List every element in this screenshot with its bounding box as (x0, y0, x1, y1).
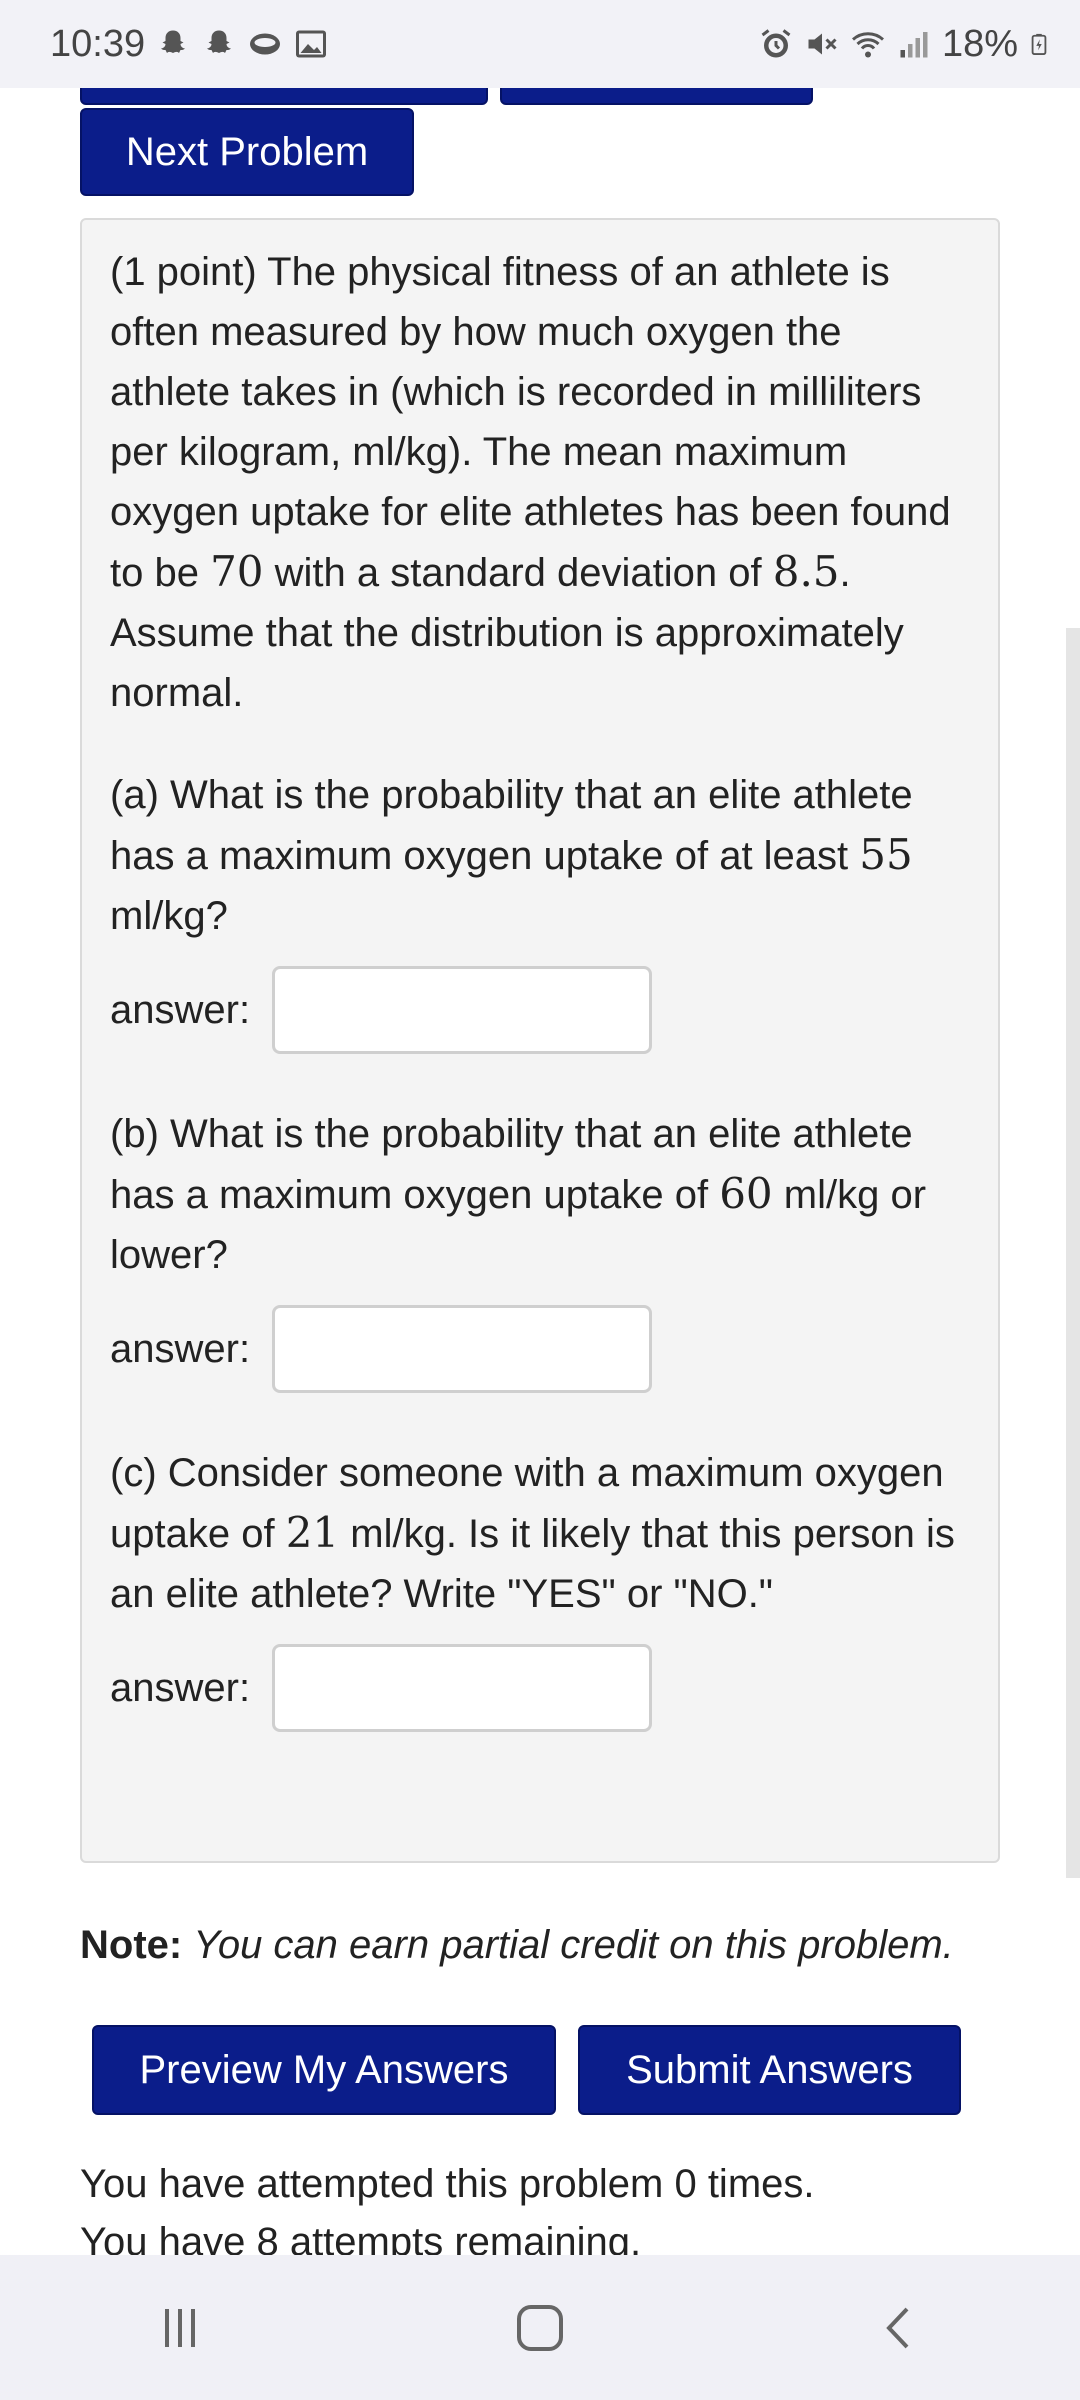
preview-answers-button[interactable]: Preview My Answers (92, 2025, 556, 2115)
alarm-icon (761, 29, 791, 58)
part-c-question: (c) Consider someone with a maximum oxyg… (110, 1451, 955, 1616)
back-button[interactable] (840, 2288, 960, 2368)
home-icon (517, 2304, 563, 2351)
answer-row-c: answer: (110, 1644, 970, 1732)
top-button-left-partial[interactable] (80, 88, 488, 105)
status-bar-right: 18% (758, 23, 1050, 66)
answer-label: answer: (110, 1327, 251, 1371)
answer-label: answer: (110, 988, 251, 1032)
sd-value: 8.5 (772, 547, 840, 596)
message-bubble-icon (250, 33, 281, 55)
answer-row-b: answer: (110, 1305, 970, 1393)
mute-icon (808, 33, 837, 55)
status-bar-left: 10:39 (50, 23, 329, 66)
attempts-remaining: You have 8 attempts remaining. (80, 2220, 642, 2255)
attempts-count: You have attempted this problem 0 times. (80, 2162, 815, 2206)
part-b-question: (b) What is the probability that an elit… (110, 1112, 927, 1277)
battery-charging-icon (1031, 33, 1047, 55)
recent-apps-button[interactable] (120, 2288, 240, 2368)
partial-credit-note: Note: You can earn partial credit on thi… (80, 1923, 954, 1968)
battery-percent: 18% (941, 22, 1018, 65)
note-text: You can earn partial credit on this prob… (193, 1923, 954, 1967)
part-a-question: (a) What is the probability that an elit… (110, 773, 913, 938)
submit-answers-button[interactable]: Submit Answers (578, 2025, 961, 2115)
attempts-info: You have attempted this problem 0 times.… (80, 2155, 815, 2255)
problem-page[interactable]: Next Problem (1 point) The physical fitn… (0, 88, 1080, 2255)
mean-value: 70 (210, 547, 264, 596)
status-bar: 10:39 18% (0, 0, 1080, 88)
scrollbar[interactable] (1066, 628, 1080, 1878)
answer-row-a: answer: (110, 966, 970, 1054)
next-problem-button[interactable]: Next Problem (80, 108, 414, 196)
answer-c-input[interactable] (272, 1644, 653, 1732)
home-button[interactable] (480, 2288, 600, 2368)
clock: 10:39 (50, 22, 146, 65)
signal-icon (900, 32, 928, 58)
recent-apps-icon (165, 2308, 195, 2347)
navigation-bar (0, 2255, 1080, 2400)
answer-b-input[interactable] (272, 1305, 653, 1393)
gallery-icon (296, 30, 327, 58)
snapchat-icon (207, 30, 232, 53)
top-button-right-partial[interactable] (500, 88, 813, 105)
answer-label: answer: (110, 1666, 251, 1710)
wifi-icon (851, 32, 884, 58)
snapchat-icon (161, 30, 186, 53)
note-label: Note: (80, 1923, 183, 1967)
answer-a-input[interactable] (272, 966, 653, 1054)
problem-statement: (1 point) The physical fitness of an ath… (80, 218, 1000, 1863)
problem-intro: (1 point) The physical fitness of an ath… (110, 250, 951, 715)
back-icon (886, 2307, 909, 2348)
